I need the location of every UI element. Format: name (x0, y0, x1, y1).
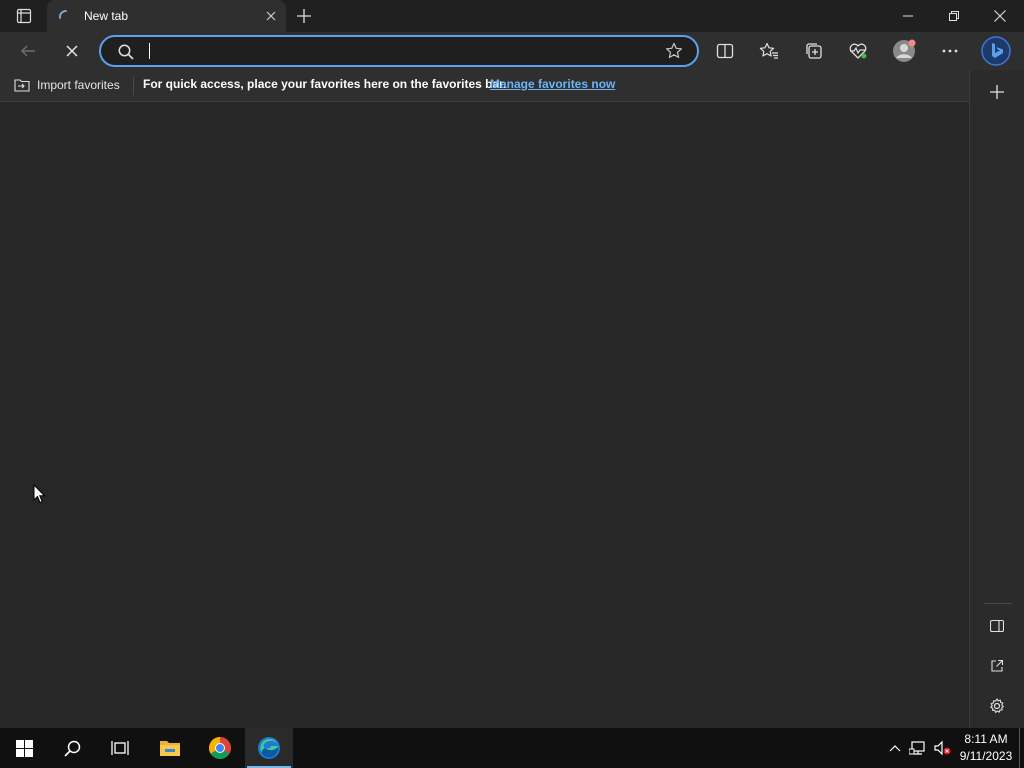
tab-new-tab[interactable]: New tab (47, 0, 286, 32)
address-bar[interactable] (99, 35, 699, 67)
show-desktop-button[interactable] (1019, 728, 1024, 768)
collections-button[interactable] (799, 36, 829, 66)
network-icon (909, 740, 927, 756)
tab-close-button[interactable] (261, 6, 281, 26)
loading-spinner-icon (57, 8, 73, 24)
clock-time: 8:11 AM (964, 732, 1008, 746)
profile-avatar-icon (892, 39, 916, 63)
hide-sidebar-button[interactable] (984, 613, 1010, 639)
tab-title: New tab (84, 9, 129, 23)
edge-sidebar (969, 70, 1024, 728)
text-caret (149, 43, 150, 59)
favorites-icon (759, 42, 779, 60)
minimize-icon (903, 11, 913, 21)
sidebar-divider (984, 603, 1012, 604)
plus-icon (990, 85, 1004, 99)
file-explorer-icon (159, 739, 181, 757)
plus-icon (297, 9, 311, 23)
collections-icon (805, 42, 823, 60)
heart-pulse-icon (848, 42, 868, 60)
minimize-button[interactable] (885, 0, 931, 32)
mouse-cursor-icon (33, 484, 46, 504)
open-external-button[interactable] (984, 653, 1010, 679)
favorites-bar-separator (133, 77, 134, 95)
taskbar-clock[interactable]: 8:11 AM 9/11/2023 (955, 731, 1017, 765)
import-favorites-button[interactable]: Import favorites (13, 77, 120, 93)
tab-actions-icon (16, 8, 32, 24)
more-icon (942, 49, 958, 53)
page-content (0, 102, 969, 728)
search-icon (117, 43, 135, 61)
edge-taskbar-button[interactable] (245, 728, 293, 768)
edge-icon (257, 736, 281, 760)
add-favorite-star-icon[interactable] (665, 42, 683, 60)
bing-copilot-icon (981, 36, 1011, 66)
settings-and-more-button[interactable] (935, 36, 965, 66)
external-link-icon (990, 659, 1004, 673)
import-favorites-label: Import favorites (37, 78, 120, 92)
start-button[interactable] (0, 728, 48, 768)
close-icon (994, 10, 1006, 22)
task-view-icon (110, 740, 130, 756)
new-tab-button[interactable] (292, 4, 316, 28)
close-icon (266, 11, 276, 21)
sidebar-settings-button[interactable] (984, 693, 1010, 719)
stop-icon (66, 45, 78, 57)
taskbar-search-button[interactable] (48, 728, 96, 768)
back-button[interactable] (13, 36, 43, 66)
restore-button[interactable] (931, 0, 977, 32)
file-explorer-taskbar-button[interactable] (146, 728, 194, 768)
window-close-button[interactable] (977, 0, 1023, 32)
show-hidden-icons-button[interactable] (886, 728, 904, 768)
volume-muted-icon (933, 740, 951, 756)
chrome-taskbar-button[interactable] (196, 728, 244, 768)
windows-logo-icon (15, 739, 33, 757)
import-favorites-icon (13, 77, 31, 93)
task-view-button[interactable] (96, 728, 144, 768)
restore-icon (949, 11, 959, 21)
clock-date: 9/11/2023 (959, 749, 1013, 763)
network-status-button[interactable] (907, 728, 929, 768)
sidebar-add-button[interactable] (984, 79, 1010, 105)
taskbar: 8:11 AM 9/11/2023 (0, 728, 1024, 768)
favorites-bar: Import favorites For quick access, place… (0, 70, 969, 102)
split-screen-button[interactable] (710, 36, 740, 66)
manage-favorites-link[interactable]: Manage favorites now (490, 77, 615, 91)
chrome-icon (208, 736, 232, 760)
bing-copilot-button[interactable] (979, 34, 1013, 68)
address-input[interactable] (145, 40, 645, 62)
navigation-toolbar (0, 32, 1024, 70)
favorites-bar-hint: For quick access, place your favorites h… (143, 77, 507, 91)
stop-loading-button[interactable] (57, 36, 87, 66)
chevron-up-icon (889, 744, 901, 752)
search-icon (63, 740, 81, 757)
tab-actions-button[interactable] (8, 4, 40, 28)
back-arrow-icon (20, 43, 36, 59)
volume-button[interactable] (931, 728, 953, 768)
favorites-button[interactable] (754, 36, 784, 66)
gear-icon (989, 698, 1005, 714)
browser-essentials-button[interactable] (843, 36, 873, 66)
tab-strip: New tab (0, 0, 1024, 32)
hide-sidebar-icon (990, 619, 1004, 633)
profile-button[interactable] (889, 36, 919, 66)
split-screen-icon (716, 42, 734, 60)
